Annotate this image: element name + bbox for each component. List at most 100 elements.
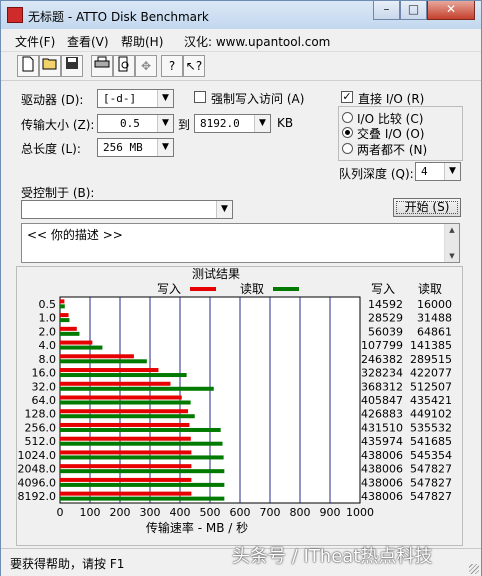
write-bar xyxy=(60,326,77,331)
menu-file[interactable]: 文件(F) xyxy=(15,33,55,50)
x-axis-label: 传输速率 - MB / 秒 xyxy=(146,520,248,535)
read-value: 141385 xyxy=(410,339,452,352)
write-value: 246382 xyxy=(361,353,403,366)
write-bar xyxy=(60,436,191,441)
x-tick-label: 600 xyxy=(230,506,251,519)
x-tick-label: 900 xyxy=(320,506,341,519)
read-bar xyxy=(60,441,223,446)
save-icon[interactable] xyxy=(61,55,83,77)
direct-io-checkbox[interactable]: ✓ xyxy=(341,91,353,103)
column-write-header: 写入 xyxy=(371,282,395,296)
read-value: 289515 xyxy=(410,353,452,366)
transfer-size-label: 传输大小 (Z): xyxy=(21,118,95,132)
write-value: 431510 xyxy=(361,421,403,434)
description-textarea[interactable]: << 你的描述 >> ▲ ▼ xyxy=(21,223,460,263)
queue-depth-select[interactable]: 4 ▼ xyxy=(415,162,461,181)
benchmark-chart: 测试结果 写入 读取 写入 读取 0 100 200 300 400 500 600 700 8… xyxy=(18,266,453,535)
drive-select[interactable]: [-d-] ▼ xyxy=(97,89,174,108)
neither-label: 两者都不 (N) xyxy=(357,143,428,157)
maximize-button[interactable]: □ xyxy=(400,1,427,20)
print-icon[interactable] xyxy=(91,55,113,77)
write-bar xyxy=(60,368,159,373)
read-value: 535532 xyxy=(410,421,452,434)
write-value: 28529 xyxy=(368,312,403,325)
print-preview-icon[interactable] xyxy=(113,55,135,77)
column-read-header: 读取 xyxy=(418,282,442,296)
chevron-down-icon: ▼ xyxy=(216,201,232,218)
write-bar xyxy=(60,299,65,304)
x-tick-label: 100 xyxy=(80,506,101,519)
y-category-label: 128.0 xyxy=(25,408,57,421)
write-value: 435974 xyxy=(361,435,403,448)
read-value: 547827 xyxy=(410,476,452,489)
read-bar xyxy=(60,386,214,391)
read-value: 422077 xyxy=(410,367,452,380)
new-file-icon[interactable] xyxy=(17,55,39,77)
read-value: 545354 xyxy=(410,449,452,462)
menu-localization[interactable]: 汉化: www.upantool.com xyxy=(184,33,330,50)
move-icon[interactable]: ✥ xyxy=(135,55,157,77)
write-bar xyxy=(60,313,69,318)
overlapped-io-radio[interactable] xyxy=(342,127,353,138)
total-length-label: 总长度 (L): xyxy=(21,142,81,156)
x-tick-label: 0 xyxy=(57,506,64,519)
help-icon[interactable]: ? xyxy=(161,55,183,77)
chevron-down-icon: ▼ xyxy=(157,139,173,156)
neither-radio[interactable] xyxy=(342,143,353,154)
read-bar xyxy=(60,414,195,419)
menu-help[interactable]: 帮助(H) xyxy=(121,33,163,50)
chevron-down-icon: ▼ xyxy=(157,90,173,107)
write-value: 438006 xyxy=(361,476,403,489)
close-button[interactable]: ✕ xyxy=(427,1,475,20)
write-value: 405847 xyxy=(361,394,403,407)
description-scrollbar[interactable]: ▲ ▼ xyxy=(444,224,459,262)
read-bar xyxy=(60,331,80,336)
y-category-label: 4096.0 xyxy=(18,476,57,489)
io-compare-radio[interactable] xyxy=(342,112,353,123)
write-bar xyxy=(60,354,134,359)
read-bar xyxy=(60,318,70,323)
transfer-size-from-select[interactable]: 0.5 ▼ xyxy=(97,114,174,133)
minimize-button[interactable]: – xyxy=(373,1,400,20)
context-help-icon[interactable]: ↖? xyxy=(183,55,205,77)
write-value: 328234 xyxy=(361,367,403,380)
total-length-select[interactable]: 256 MB ▼ xyxy=(97,138,174,157)
window-title: 无标题 - ATTO Disk Benchmark xyxy=(28,10,209,24)
force-write-checkbox[interactable] xyxy=(194,91,206,103)
y-category-label: 64.0 xyxy=(32,394,57,407)
atto-app-icon xyxy=(7,7,23,23)
write-value: 368312 xyxy=(361,380,403,393)
scroll-up-icon[interactable]: ▲ xyxy=(445,224,459,237)
write-bar xyxy=(60,409,189,414)
y-category-label: 1024.0 xyxy=(18,449,57,462)
start-button[interactable]: 开始 (S) xyxy=(393,198,461,217)
y-category-label: 32.0 xyxy=(32,380,57,393)
legend-read-label: 读取 xyxy=(240,282,264,296)
write-value: 426883 xyxy=(361,408,403,421)
title-bar[interactable]: 无标题 - ATTO Disk Benchmark – □ ✕ xyxy=(1,1,481,29)
direct-io-label: 直接 I/O (R) xyxy=(358,92,425,106)
read-bar xyxy=(60,455,224,460)
scroll-down-icon[interactable]: ▼ xyxy=(445,250,459,263)
read-value: 31488 xyxy=(417,312,452,325)
read-bar xyxy=(60,373,187,378)
controlled-by-select[interactable]: ▼ xyxy=(21,200,233,219)
write-value: 438006 xyxy=(361,449,403,462)
read-value: 64861 xyxy=(417,325,452,338)
x-tick-label: 800 xyxy=(290,506,311,519)
y-category-label: 8192.0 xyxy=(18,490,57,503)
menu-view[interactable]: 查看(V) xyxy=(67,33,109,50)
read-bar xyxy=(60,400,191,405)
queue-depth-label: 队列深度 (Q): xyxy=(339,167,414,181)
read-value: 16000 xyxy=(417,298,452,311)
menu-bar: 文件(F) 查看(V) 帮助(H) 汉化: www.upantool.com xyxy=(1,29,481,52)
write-bar xyxy=(60,477,192,482)
read-bar xyxy=(60,359,147,364)
write-value: 438006 xyxy=(361,490,403,503)
y-category-label: 8.0 xyxy=(39,353,57,366)
open-folder-icon[interactable] xyxy=(39,55,61,77)
toolbar: ✥ ? ↖? xyxy=(1,52,481,81)
read-value: 512507 xyxy=(410,380,452,393)
transfer-size-to-select[interactable]: 8192.0 ▼ xyxy=(194,114,271,133)
resize-grip[interactable] xyxy=(469,564,479,574)
